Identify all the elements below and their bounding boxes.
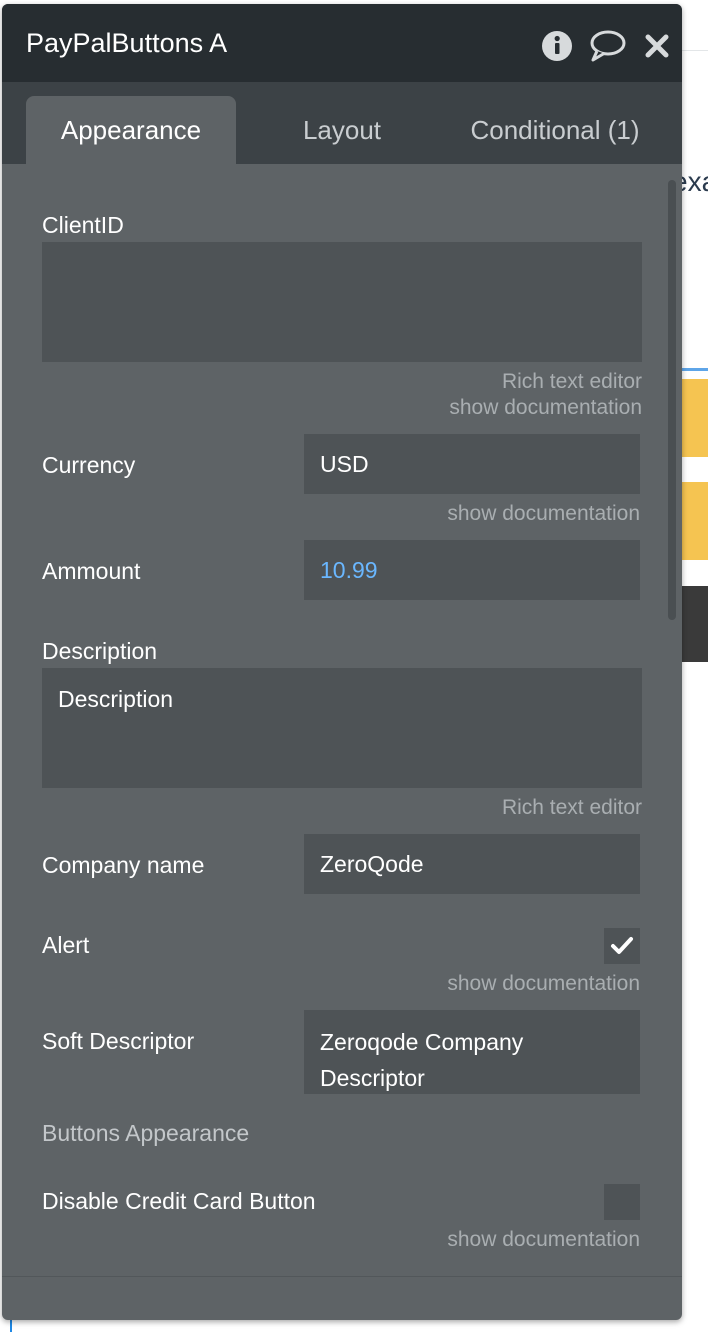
currency-value: USD: [320, 450, 369, 477]
tab-layout[interactable]: Layout: [264, 96, 420, 164]
background-blue-line: [682, 368, 708, 371]
description-rich-text-link[interactable]: Rich text editor: [502, 796, 642, 820]
panel-titlebar[interactable]: PayPalButtons A: [2, 4, 682, 82]
background-yellow-button-2[interactable]: [682, 482, 708, 560]
company-name-input[interactable]: ZeroQode: [304, 834, 640, 894]
alert-show-documentation[interactable]: show documentation: [447, 972, 640, 996]
amount-value: 10.99: [320, 556, 378, 583]
amount-label: Ammount: [42, 558, 141, 584]
soft-descriptor-value-line2: Descriptor: [320, 1065, 425, 1091]
amount-input[interactable]: 10.99: [304, 540, 640, 600]
background-yellow-button-1[interactable]: [682, 379, 708, 457]
disable-credit-card-label: Disable Credit Card Button: [42, 1188, 316, 1214]
soft-descriptor-input[interactable]: Zeroqode Company Descriptor: [304, 1010, 640, 1094]
tab-bar: Appearance Layout Conditional (1): [2, 82, 682, 164]
soft-descriptor-label: Soft Descriptor: [42, 1028, 195, 1054]
company-name-value: ZeroQode: [320, 850, 424, 877]
currency-input[interactable]: USD: [304, 434, 640, 494]
disable-credit-card-show-documentation[interactable]: show documentation: [447, 1228, 640, 1252]
description-value: Description: [58, 686, 174, 712]
description-label: Description: [42, 638, 158, 664]
tab-conditional[interactable]: Conditional (1): [450, 96, 660, 164]
background-top-border: [682, 50, 708, 51]
bottom-divider: [2, 1276, 682, 1277]
company-name-label: Company name: [42, 852, 205, 878]
clientid-show-documentation[interactable]: show documentation: [449, 396, 642, 420]
tab-appearance[interactable]: Appearance: [26, 96, 236, 164]
background-dark-button[interactable]: [682, 586, 708, 662]
currency-label: Currency: [42, 452, 136, 478]
clientid-input[interactable]: [42, 242, 642, 362]
comment-icon[interactable]: [588, 30, 626, 62]
checkmark-icon: [611, 937, 633, 954]
buttons-appearance-heading: Buttons Appearance: [42, 1120, 250, 1146]
alert-label: Alert: [42, 932, 90, 958]
currency-show-documentation[interactable]: show documentation: [447, 502, 640, 526]
panel-scrollbar[interactable]: [668, 180, 676, 620]
soft-descriptor-value-line1: Zeroqode Company: [320, 1029, 524, 1055]
close-icon[interactable]: [642, 30, 672, 62]
disable-credit-card-checkbox[interactable]: [604, 1184, 640, 1220]
info-icon[interactable]: [540, 30, 574, 62]
property-editor-panel: PayPalButtons A Appearance Layout Condit…: [2, 4, 682, 1320]
clientid-rich-text-link[interactable]: Rich text editor: [502, 370, 642, 394]
panel-title: PayPalButtons A: [26, 28, 228, 58]
clientid-label: ClientID: [42, 212, 124, 238]
alert-checkbox[interactable]: [604, 928, 640, 964]
